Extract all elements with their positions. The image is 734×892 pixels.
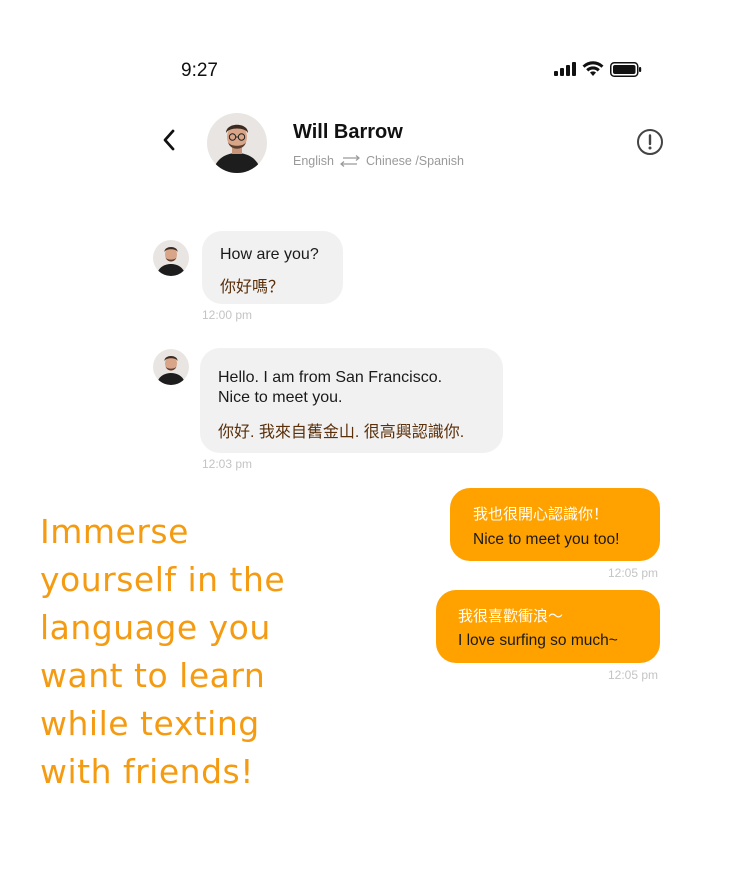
contact-name[interactable]: Will Barrow [293, 121, 403, 144]
message-timestamp: 12:05 pm [608, 668, 659, 682]
signal-icon [554, 62, 576, 76]
language-to: Chinese /Spanish [366, 154, 464, 168]
battery-icon [610, 61, 642, 77]
message-text-chinese: 你好. 我來自舊金山. 很高興認識你. [218, 424, 465, 441]
message-timestamp: 12:05 pm [608, 566, 659, 580]
info-icon [637, 129, 663, 155]
status-time: 9:27 [181, 60, 218, 81]
language-pair[interactable]: English Chinese /Spanish [293, 154, 464, 168]
back-chevron-icon [163, 129, 175, 151]
message-bubble-outgoing[interactable]: 我很喜歡衝浪～ I love surfing so much~ [436, 590, 660, 663]
marketing-tagline: Immerse yourself in the language you wan… [40, 508, 360, 796]
message-timestamp: 12:03 pm [202, 457, 253, 471]
sender-avatar[interactable] [153, 240, 189, 276]
message-timestamp: 12:00 pm [202, 308, 253, 322]
message-text-english: Nice to meet you too! [473, 531, 620, 548]
tagline-line: language you [40, 608, 271, 647]
message-text-english: I love surfing so much~ [458, 632, 618, 649]
message-text-chinese: 我很喜歡衝浪～ [458, 608, 564, 625]
status-icons [554, 61, 642, 77]
sender-avatar[interactable] [153, 349, 189, 385]
tagline-line: Immerse [40, 512, 189, 551]
swap-arrows-icon [340, 155, 360, 167]
contact-avatar[interactable] [207, 113, 267, 173]
tagline-line: want to learn [40, 656, 266, 695]
message-text-chinese: 你好嗎？ [220, 279, 285, 296]
back-button[interactable] [158, 126, 180, 154]
tagline-line: while texting [40, 704, 260, 743]
tagline-line: yourself in the [40, 560, 286, 599]
language-from: English [293, 154, 334, 168]
message-text-english-line1: Hello. I am from San Francisco. [218, 369, 443, 386]
message-text-english: How are you? [220, 246, 319, 263]
message-text-english-line2: Nice to meet you. [218, 389, 343, 406]
wifi-icon [582, 61, 604, 76]
message-bubble-incoming[interactable]: Hello. I am from San Francisco. Nice to … [200, 348, 503, 453]
message-text-chinese: 我也很開心認識你！ [473, 506, 609, 523]
message-bubble-outgoing[interactable]: 我也很開心認識你！ Nice to meet you too! [450, 488, 660, 561]
message-bubble-incoming[interactable]: How are you? 你好嗎？ [202, 231, 343, 304]
tagline-line: with friends! [40, 752, 254, 791]
info-button[interactable] [636, 128, 664, 156]
